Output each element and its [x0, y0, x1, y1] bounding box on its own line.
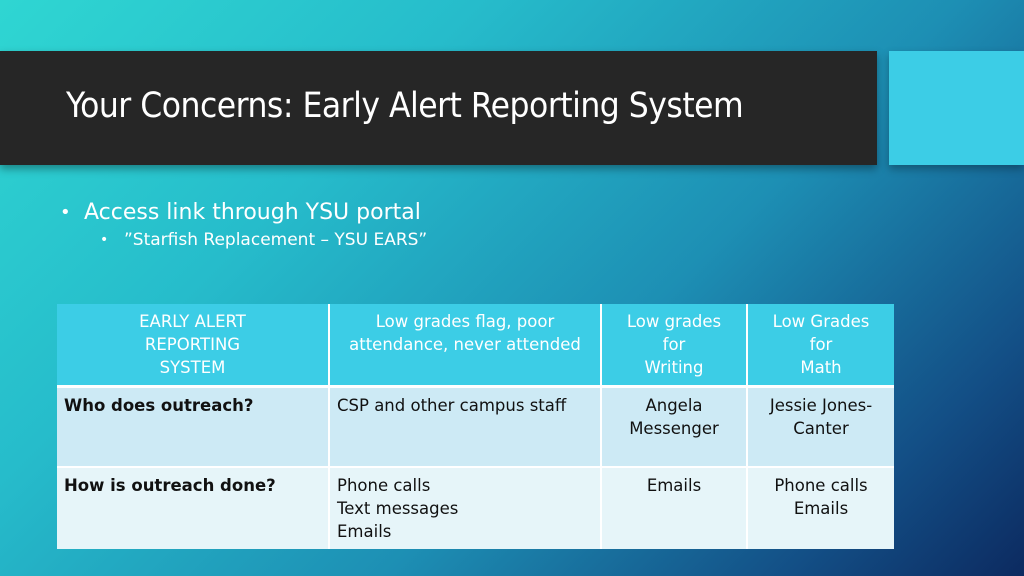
- bullet-text: Access link through YSU portal: [84, 200, 421, 225]
- table-header-row: EARLY ALERT REPORTING SYSTEM Low grades …: [57, 304, 894, 388]
- header-line: SYSTEM: [159, 358, 226, 377]
- cell-line: Emails: [337, 522, 392, 541]
- header-cell-writing: Low grades for Writing: [600, 304, 747, 388]
- cell-line: Messenger: [629, 419, 719, 438]
- cell-line: Emails: [793, 499, 849, 518]
- row-label: Who does outreach?: [57, 386, 329, 468]
- early-alert-table: EARLY ALERT REPORTING SYSTEM Low grades …: [57, 304, 894, 549]
- accent-block: [889, 51, 1024, 165]
- header-line: Low grades flag, poor: [375, 312, 555, 331]
- cell-line: Angela: [645, 396, 703, 415]
- header-line: REPORTING: [144, 335, 241, 354]
- cell-line: CSP and other campus staff: [337, 396, 567, 415]
- cell-line: Jessie Jones-: [769, 396, 873, 415]
- table-cell: CSP and other campus staff: [328, 386, 601, 468]
- header-line: Math: [800, 358, 842, 377]
- slide-title: Your Concerns: Early Alert Reporting Sys…: [66, 86, 744, 126]
- table-cell: Angela Messenger: [600, 386, 747, 468]
- bullet-list: • Access link through YSU portal • ”Star…: [60, 198, 427, 252]
- row-label: How is outreach done?: [57, 467, 329, 549]
- header-cell-system: EARLY ALERT REPORTING SYSTEM: [57, 304, 329, 388]
- header-line: for: [809, 335, 833, 354]
- sub-bullet-item: • ”Starfish Replacement – YSU EARS”: [100, 228, 427, 252]
- cell-line: Phone calls: [337, 476, 431, 495]
- header-cell-math: Low Grades for Math: [746, 304, 894, 388]
- header-line: Low Grades: [772, 312, 870, 331]
- table-cell: Emails: [600, 467, 747, 549]
- header-line: Writing: [644, 358, 704, 377]
- cell-line: Emails: [646, 476, 702, 495]
- header-line: attendance, never attended: [349, 335, 581, 354]
- bullet-dot-icon: •: [60, 202, 71, 223]
- table-cell: Phone calls Emails: [746, 467, 894, 549]
- header-cell-general: Low grades flag, poor attendance, never …: [328, 304, 601, 388]
- bullet-item: • Access link through YSU portal: [60, 198, 427, 228]
- cell-line: Text messages: [337, 499, 459, 518]
- table-cell: Jessie Jones- Canter: [746, 386, 894, 468]
- table-row: Who does outreach? CSP and other campus …: [57, 386, 894, 468]
- cell-line: Canter: [793, 419, 849, 438]
- header-line: Low grades: [626, 312, 722, 331]
- header-line: EARLY ALERT: [139, 312, 246, 331]
- sub-bullet-text: ”Starfish Replacement – YSU EARS”: [124, 230, 428, 250]
- header-line: for: [662, 335, 686, 354]
- table-cell: Phone calls Text messages Emails: [328, 467, 601, 549]
- table-row: How is outreach done? Phone calls Text m…: [57, 467, 894, 549]
- cell-line: Phone calls: [774, 476, 868, 495]
- bullet-dot-icon: •: [100, 232, 109, 248]
